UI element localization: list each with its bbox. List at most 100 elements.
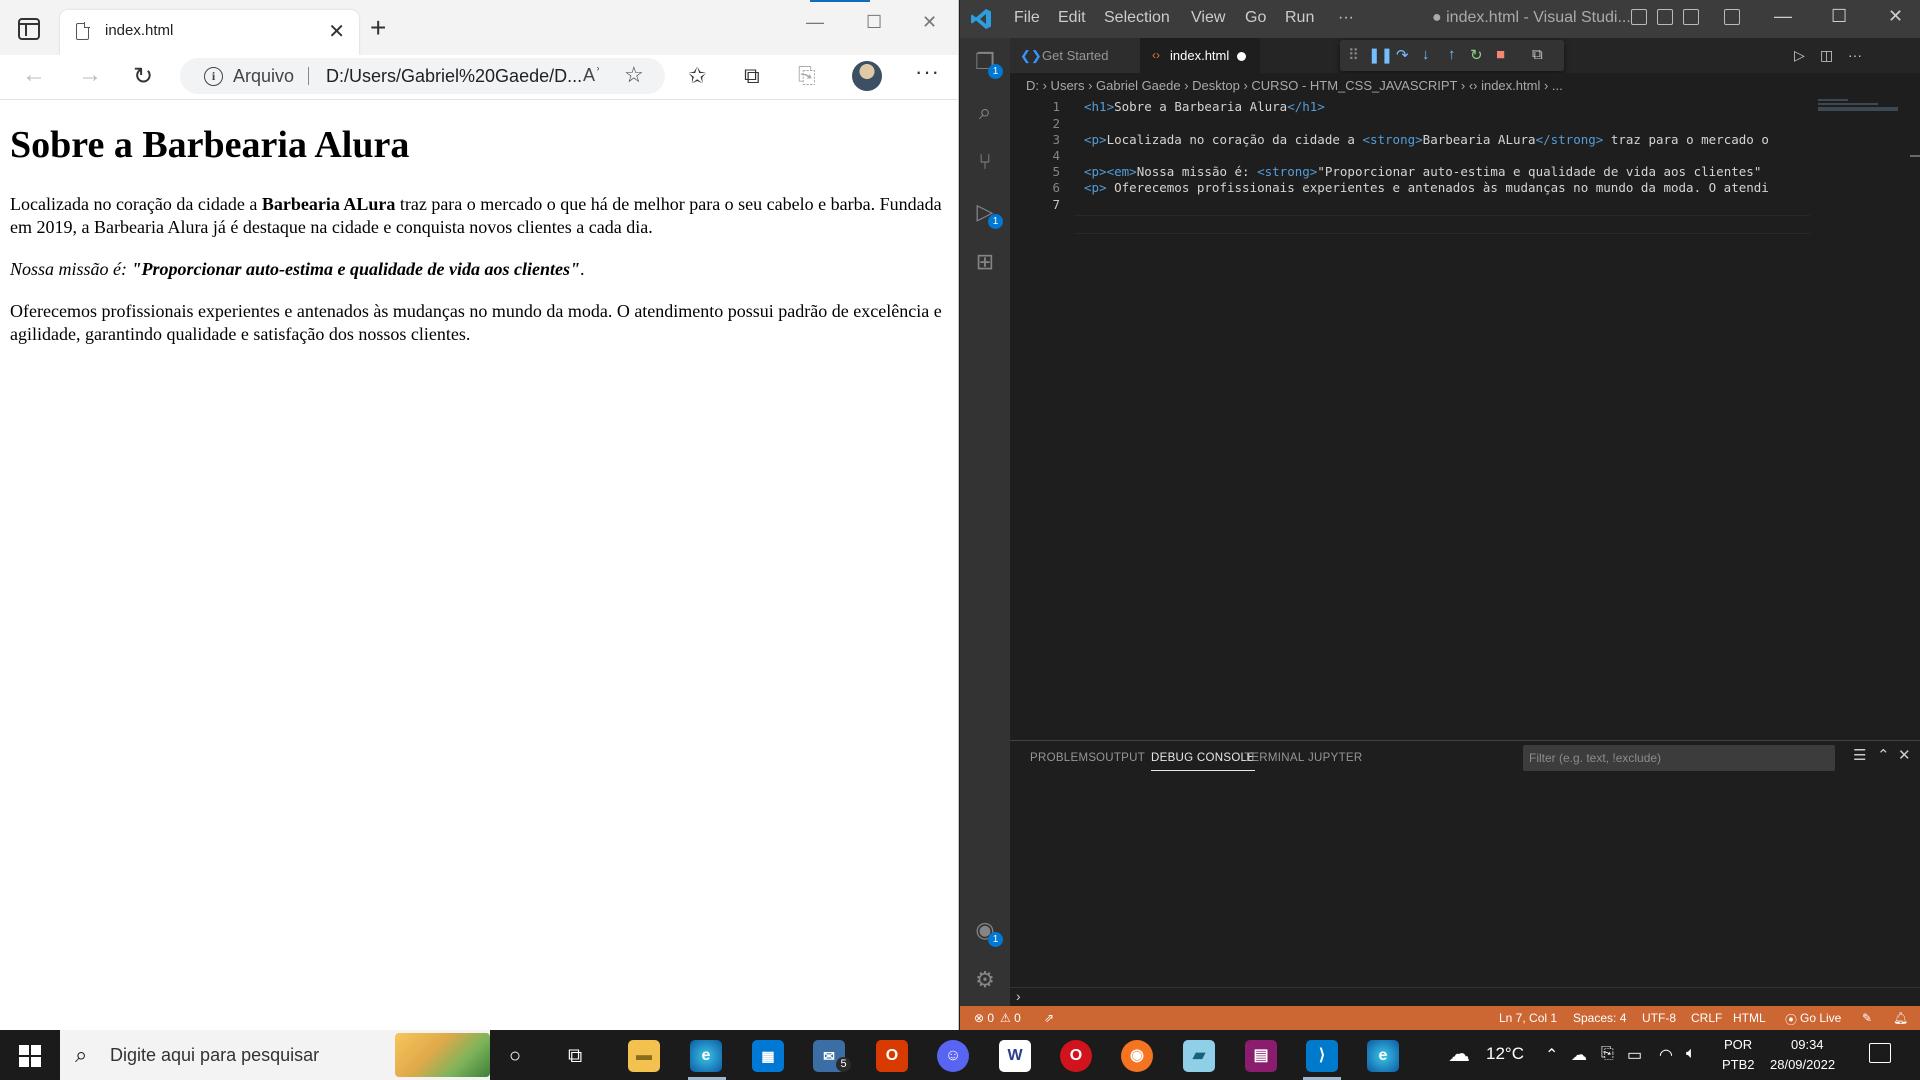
inspect-icon[interactable]: ⧉ xyxy=(1532,46,1543,63)
profile-avatar[interactable] xyxy=(852,61,882,91)
console-prompt-icon[interactable]: › xyxy=(1016,988,1021,1004)
show-hidden-icons-icon[interactable]: ⌃ xyxy=(1545,1045,1558,1065)
edge-icon[interactable]: e xyxy=(690,1040,722,1072)
address-bar[interactable]: i Arquivo D:/Users/Gabriel%20Gaede/D... … xyxy=(180,58,665,94)
explorer-icon[interactable]: ❐ 1 xyxy=(973,50,1003,79)
tab-actions-icon[interactable] xyxy=(18,18,40,40)
task-view-icon[interactable]: ⧉ xyxy=(568,1045,582,1068)
favorites-icon[interactable]: ✩ xyxy=(688,63,706,89)
meet-now-icon[interactable]: ⎘ xyxy=(1601,1045,1614,1063)
tab-debug-console[interactable]: DEBUG CONSOLE xyxy=(1151,752,1256,771)
toggle-sidebar-icon[interactable] xyxy=(1631,9,1647,25)
warnings-indicator[interactable]: ⚠ 0 xyxy=(1000,1011,1021,1025)
new-tab-button[interactable]: + xyxy=(370,14,386,42)
file-explorer-icon[interactable]: ▬ xyxy=(628,1040,660,1072)
minimap[interactable] xyxy=(1810,97,1906,740)
accounts-icon[interactable]: ◉ 1 xyxy=(973,918,1003,947)
maximize-panel-icon[interactable]: ⌃ xyxy=(1877,746,1890,764)
close-tab-icon[interactable]: ✕ xyxy=(328,19,345,44)
close-window-icon[interactable]: ✕ xyxy=(922,12,937,33)
weather-cloud-icon[interactable]: ☁ xyxy=(1448,1041,1470,1067)
toggle-panel-icon[interactable] xyxy=(1657,9,1673,25)
address-url[interactable]: D:/Users/Gabriel%20Gaede/D... xyxy=(326,66,582,87)
stop-icon[interactable]: ■ xyxy=(1496,46,1505,63)
unsaved-dot-icon[interactable] xyxy=(1237,52,1246,61)
language-indicator[interactable]: POR xyxy=(1724,1037,1752,1052)
start-windows-icon[interactable] xyxy=(19,1045,41,1067)
notes-app-icon[interactable]: ▰ xyxy=(1183,1040,1215,1072)
minimize-icon[interactable]: — xyxy=(1774,6,1792,27)
taskbar-search-box[interactable]: ⌕ Digite aqui para pesquisar xyxy=(60,1030,490,1080)
tab-problems[interactable]: PROBLEMS xyxy=(1030,752,1096,764)
debug-launch-icon[interactable]: ⇗ xyxy=(1044,1011,1054,1025)
tab-terminal[interactable]: TERMINAL xyxy=(1244,752,1305,764)
breadcrumb[interactable]: D: › Users › Gabriel Gaede › Desktop › C… xyxy=(1010,73,1920,97)
browser-tab-index[interactable]: index.html ✕ xyxy=(60,10,359,55)
errors-indicator[interactable]: ⊗ 0 xyxy=(974,1011,994,1025)
feedback-icon[interactable]: ✎ xyxy=(1862,1011,1872,1025)
action-center-icon[interactable] xyxy=(1869,1043,1891,1063)
app-w-icon[interactable]: W xyxy=(999,1040,1031,1072)
volume-icon[interactable]: 🔈︎ xyxy=(1686,1045,1696,1063)
step-into-icon[interactable]: ↓ xyxy=(1422,46,1430,63)
menu-run[interactable]: Run xyxy=(1285,9,1314,27)
end-of-line[interactable]: CRLF xyxy=(1691,1011,1722,1025)
maximize-icon[interactable]: ☐ xyxy=(866,12,882,33)
wifi-icon[interactable]: ◠ xyxy=(1659,1045,1673,1065)
tab-jupyter[interactable]: JUPYTER xyxy=(1308,752,1363,764)
go-live-button[interactable]: Go Live xyxy=(1800,1011,1841,1025)
edge-beta-icon[interactable]: e xyxy=(1367,1040,1399,1072)
back-icon[interactable]: ← xyxy=(22,61,46,89)
menu-selection[interactable]: Selection xyxy=(1104,9,1170,27)
discord-icon[interactable]: ☺ xyxy=(937,1040,969,1072)
customize-layout-icon[interactable] xyxy=(1724,9,1740,25)
menu-file[interactable]: File xyxy=(1014,9,1040,27)
notifications-bell-icon[interactable]: 🔔︎ xyxy=(1893,1011,1908,1025)
run-debug-icon[interactable]: ▷ 1 xyxy=(973,200,1003,229)
language-mode[interactable]: HTML xyxy=(1733,1011,1766,1025)
read-aloud-icon[interactable]: Aʾ xyxy=(583,65,601,86)
scrollbar-marker[interactable] xyxy=(1910,155,1920,157)
encoding[interactable]: UTF-8 xyxy=(1642,1011,1676,1025)
settings-gear-icon[interactable]: ⚙ xyxy=(973,968,997,992)
forward-icon[interactable]: → xyxy=(78,61,102,89)
menu-edit[interactable]: Edit xyxy=(1058,9,1086,27)
vscode-taskbar-icon[interactable]: ⟩ xyxy=(1306,1040,1338,1072)
search-icon[interactable]: ⌕ xyxy=(973,100,997,124)
tab-index-html[interactable]: ‹› index.html xyxy=(1140,38,1260,73)
code-line-5[interactable]: <p><em>Nossa missão é: <strong>"Proporci… xyxy=(1084,164,1814,179)
store-icon[interactable]: ▦ xyxy=(752,1040,784,1072)
menu-go[interactable]: Go xyxy=(1245,9,1266,27)
toggle-secondary-sidebar-icon[interactable] xyxy=(1683,9,1699,25)
code-line-1[interactable]: <h1>Sobre a Barbearia Alura</h1> xyxy=(1084,99,1814,114)
edge-extensions-icon[interactable]: ⎘ xyxy=(798,63,816,89)
code-editor[interactable]: 1 2 3 4 5 6 7 <h1>Sobre a Barbearia Alur… xyxy=(1010,97,1920,740)
code-line-6[interactable]: <p> Oferecemos profissionais experientes… xyxy=(1084,180,1814,195)
clear-console-icon[interactable]: ☰ xyxy=(1853,746,1866,764)
source-control-icon[interactable]: ⑂ xyxy=(973,150,997,174)
onedrive-icon[interactable]: ☁ xyxy=(1571,1045,1587,1065)
winrar-icon[interactable]: ▤ xyxy=(1245,1040,1277,1072)
add-favorite-icon[interactable]: ☆ xyxy=(624,62,644,88)
close-panel-icon[interactable]: ✕ xyxy=(1898,746,1911,764)
collections-icon[interactable]: ⧉ xyxy=(744,63,760,89)
minimize-icon[interactable]: — xyxy=(806,12,824,33)
menu-view[interactable]: View xyxy=(1191,9,1225,27)
drag-handle-icon[interactable]: ⠿ xyxy=(1348,46,1359,64)
battery-icon[interactable]: ▭ xyxy=(1627,1045,1642,1065)
tab-get-started[interactable]: ❮❯ Get Started xyxy=(1010,38,1140,73)
tab-output[interactable]: OUTPUT xyxy=(1096,752,1145,764)
keyboard-layout-indicator[interactable]: PTB2 xyxy=(1722,1057,1755,1072)
recorder-icon[interactable]: ◉ xyxy=(1121,1040,1153,1072)
clock-date[interactable]: 28/09/2022 xyxy=(1770,1057,1835,1072)
cortana-icon[interactable]: ○ xyxy=(509,1045,521,1068)
restart-icon[interactable]: ↻ xyxy=(1470,46,1483,64)
info-icon[interactable]: i xyxy=(204,67,223,86)
opera-icon[interactable]: O xyxy=(1060,1040,1092,1072)
more-actions-icon[interactable]: ··· xyxy=(1848,47,1862,63)
clock-time[interactable]: 09:34 xyxy=(1791,1037,1824,1052)
close-window-icon[interactable]: ✕ xyxy=(1888,6,1903,27)
pause-icon[interactable]: ❚❚ xyxy=(1368,46,1393,64)
code-line-3[interactable]: <p>Localizada no coração da cidade a <st… xyxy=(1084,132,1814,147)
maximize-icon[interactable]: ☐ xyxy=(1831,6,1847,27)
